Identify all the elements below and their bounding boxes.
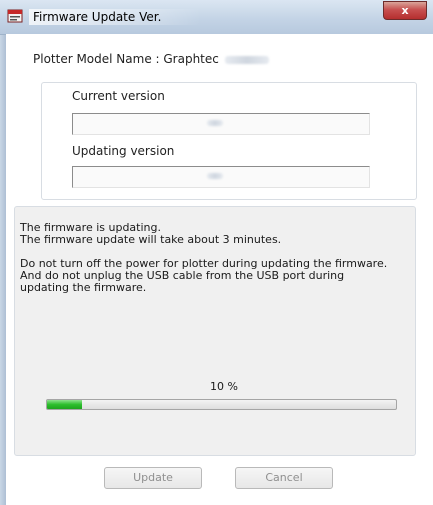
window-title: Firmware Update Ver. (29, 9, 202, 25)
close-icon: x (401, 4, 409, 17)
updating-version-field (72, 166, 370, 188)
firmware-update-window: Firmware Update Ver. x Plotter Model Nam… (0, 0, 433, 505)
current-version-field (72, 113, 370, 135)
close-button[interactable]: x (383, 1, 427, 20)
current-version-redacted (207, 120, 223, 126)
update-button[interactable]: Update (104, 467, 202, 489)
current-version-label: Current version (72, 89, 165, 103)
title-bar[interactable]: Firmware Update Ver. x (0, 0, 433, 35)
progress-bar (46, 399, 397, 410)
status-line-2: The firmware update will take about 3 mi… (20, 233, 282, 246)
plotter-model-line: Plotter Model Name : Graphtec (33, 52, 269, 66)
firmware-app-icon (7, 9, 23, 23)
updating-version-label: Updating version (72, 144, 175, 158)
progress-bar-fill (47, 400, 82, 409)
progress-percent: 10 % (210, 380, 238, 393)
cancel-button[interactable]: Cancel (235, 467, 333, 489)
model-name-redacted (224, 55, 269, 64)
updating-version-redacted (207, 173, 223, 179)
warning-line-3: updating the firmware. (20, 281, 147, 294)
plotter-model-label: Plotter Model Name : Graphtec (33, 52, 219, 66)
